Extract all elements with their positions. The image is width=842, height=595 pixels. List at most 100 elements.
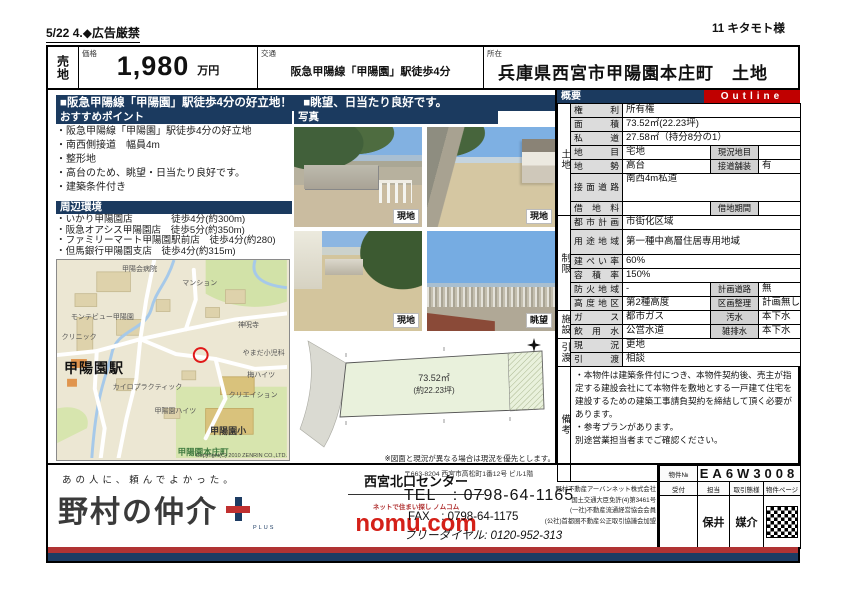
footer: あの人に、頼んでよかった。 野村の仲介 PLUS 西宮北口センター ネットで住ま… [48, 463, 798, 561]
outline-sub-value: 本下水 [759, 325, 801, 339]
map-label: クリニック [62, 332, 97, 342]
flyer-page: 5/22 4.◆広告厳禁 11 キタモト様 売地 価格 1,980 万円 交通 … [0, 0, 842, 595]
recommend-list: ・阪急甲陽線「甲陽園」駅徒歩4分の好立地・南西側接道 幅員4m・整形地・高台のた… [56, 125, 292, 195]
outline-group-label: 施設 [558, 311, 571, 339]
map-label: 甲陽園駅 [64, 358, 124, 378]
outline-row-value [623, 202, 711, 216]
outline-row-label: 私道 [571, 132, 623, 146]
outline-row-value: 60% [623, 255, 801, 269]
deal-col-header: 物件ページ [764, 482, 801, 496]
photo-view: 眺望 [427, 231, 555, 331]
photo-caption: 現地 [393, 209, 419, 224]
photo-caption: 現地 [393, 313, 419, 328]
brand-tagline: あの人に、頼んでよかった。 [62, 472, 237, 486]
deal-col-header: 取引態様 [730, 482, 764, 496]
outline-sub-value [759, 146, 801, 160]
plot-area-text: 73.52㎡ [418, 373, 450, 383]
map-labels: 甲陽会病院マンションモンテビュー甲陽園クリニック神呪寺やまだ小児科甲陽園駅梅ハイ… [57, 260, 289, 460]
photo-site-3: 現地 [294, 231, 422, 331]
outline-row-value: 南西4m私道 [623, 174, 801, 202]
customer-note: 11 キタモト様 [712, 20, 785, 36]
environment-item: ・但馬銀行甲陽園支店 徒歩4分(約315m) [56, 247, 292, 258]
price-cell: 価格 1,980 万円 [79, 47, 258, 88]
location-cell: 所在 兵庫県西宮市甲陽園本庄町 土地 [484, 47, 798, 88]
location-label: 所在 [487, 48, 502, 59]
outline-row-label: 借地料 [571, 202, 623, 216]
photos-title: 写真 [294, 111, 498, 124]
headline-bar: ■阪急甲陽線「甲陽園」駅徒歩4分の好立地！ ■眺望、日当たり良好です。 [56, 95, 557, 111]
map-label: マンション [182, 278, 217, 288]
map-label: 甲陽会病院 [122, 264, 157, 274]
outline-row-value: 相談 [623, 353, 801, 367]
outline-row-label: 引渡 [571, 353, 623, 367]
location-value: 兵庫県西宮市甲陽園本庄町 土地 [498, 59, 768, 84]
qr-cell [764, 496, 801, 549]
photo-site-1: 現地 [294, 127, 422, 227]
company-line: 国土交通大臣免許(4)第3461号 [510, 496, 656, 507]
outline-title: 概要 [557, 90, 581, 103]
outline-row-value: 宅地 [623, 146, 711, 160]
recommend-item: ・阪急甲陽線「甲陽園」駅徒歩4分の好立地 [56, 125, 292, 139]
price-unit: 万円 [197, 62, 219, 78]
access-cell: 交通 阪急甲陽線「甲陽園」駅徒歩4分 [258, 47, 484, 88]
photo-caption: 眺望 [526, 313, 552, 328]
area-map: 甲陽会病院マンションモンテビュー甲陽園クリニック神呪寺やまだ小児科甲陽園駅梅ハイ… [56, 259, 290, 461]
brand-plus-label: PLUS [253, 525, 275, 531]
flyer-frame: 売地 価格 1,980 万円 交通 阪急甲陽線「甲陽園」駅徒歩4分 所在 兵庫県… [46, 45, 800, 563]
company-line: (一社)不動産流通経営協会会員 [510, 506, 656, 517]
outline-title-en: Outline [704, 90, 800, 103]
photo-caption: 現地 [526, 209, 552, 224]
recommend-item: ・高台のため、眺望・日当たり良好です。 [56, 167, 292, 181]
map-label: 甲陽園小 [210, 424, 246, 437]
outline-sub-label: 雑排水 [711, 325, 759, 339]
outline-column: 概要 Outline 土地権利所有権面積73.52㎡(22.23坪)私道27.5… [555, 90, 800, 463]
plot-tsubo-text: (約22.23坪) [413, 385, 455, 395]
outline-row-value: - [623, 283, 711, 297]
outline-row-label: 飲用水 [571, 325, 623, 339]
deal-col-header: 受付 [660, 482, 698, 496]
sale-type-cell: 売地 [48, 47, 79, 88]
office-address: 〒663-8204 西宮市高松町1番12号 ビル1階 [404, 468, 616, 478]
outline-row-label: 高度地区 [571, 297, 623, 311]
outline-row-label: 容積率 [571, 269, 623, 283]
outline-row-label: ガス [571, 311, 623, 325]
map-copyright: Copyright(C) 2010 ZENRIN CO.,LTD. [196, 453, 287, 459]
property-number: EA6W3008 [698, 466, 801, 482]
price-value: 1,980 [117, 53, 190, 80]
outline-row-value: 所有権 [623, 104, 801, 118]
outline-row-value: 高台 [623, 160, 711, 174]
plus-icon [226, 497, 250, 521]
outline-sub-label: 区画整理 [711, 297, 759, 311]
outline-sub-label: 現況地目 [711, 146, 759, 160]
map-label: カイロプラクティック [113, 382, 183, 392]
outline-row-label: 地勢 [571, 160, 623, 174]
land-plot-diagram: 73.52㎡ (約22.23坪) [294, 337, 555, 451]
outline-row-value: 公営水道 [623, 325, 711, 339]
outline-row-value: 第一種中高層住居専用地域 [623, 230, 801, 255]
photo-grid: 現地 現地 現地 眺望 [294, 127, 555, 331]
outline-row-value: 都市ガス [623, 311, 711, 325]
map-label: クリエイション [229, 390, 278, 400]
outline-row-value: 更地 [623, 339, 801, 353]
map-label: モンテビュー甲陽園 [71, 312, 134, 322]
outline-row-label: 権利 [571, 104, 623, 118]
outline-row-value: 27.58㎡（持分8分の1） [623, 132, 801, 146]
outline-row-label: 建ぺい率 [571, 255, 623, 269]
outline-row-value: 市街化区域 [623, 216, 801, 230]
plot-diagram-graphic: 73.52㎡ (約22.23坪) [294, 337, 555, 451]
outline-sub-label: 接道舗装 [711, 160, 759, 174]
footer-stripe-navy [48, 553, 798, 561]
outline-sub-label: 汚水 [711, 311, 759, 325]
environment-item: ・いかり甲陽園店 徒歩4分(約300m) [56, 215, 292, 226]
outline-sub-label: 借地期間 [711, 202, 759, 216]
transaction-type: 媒介 [730, 496, 764, 549]
recommend-item: ・整形地 [56, 153, 292, 167]
outline-row-label: 現況 [571, 339, 623, 353]
outline-table: 土地権利所有権面積73.52㎡(22.23坪)私道27.58㎡（持分8分の1）地… [557, 103, 801, 482]
outline-sub-label: 計画道路 [711, 283, 759, 297]
company-line: (公社)首都圏不動産公正取引協議会加盟 [510, 517, 656, 528]
recommend-item: ・建築条件付き [56, 181, 292, 195]
outline-sub-value: 無 [759, 283, 801, 297]
company-line: 野村不動産アーバンネット株式会社 [510, 485, 656, 496]
outline-sub-value: 本下水 [759, 311, 801, 325]
